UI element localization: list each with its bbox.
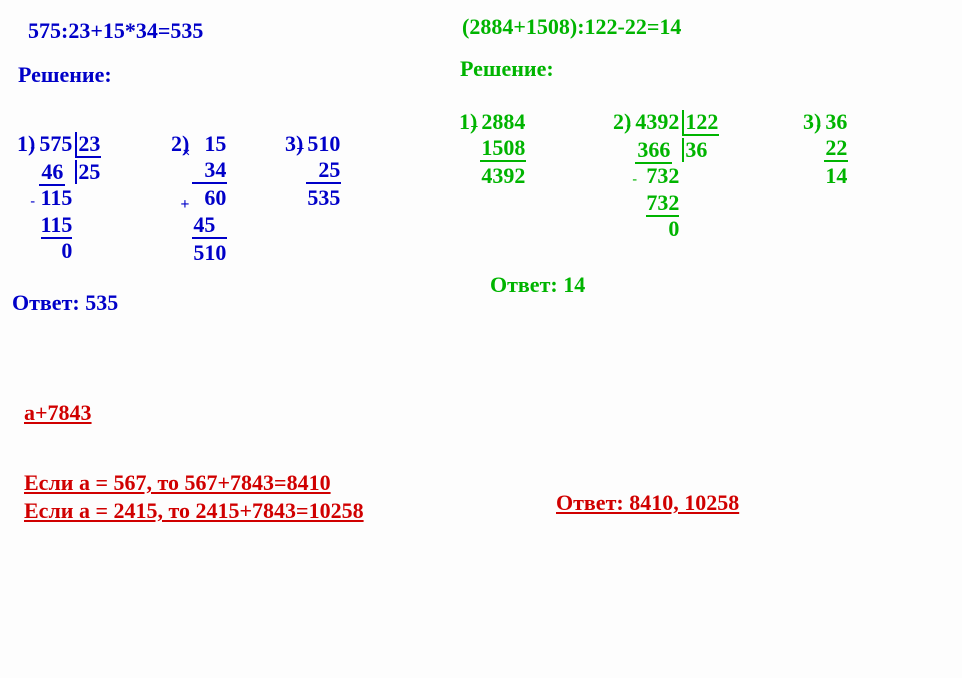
p3-line2: Если а = 2415, то 2415+7843=10258 — [24, 498, 364, 524]
div-line2: 732 — [646, 190, 679, 217]
divisor: 122 — [682, 110, 719, 136]
p2-answer: Ответ: 14 — [490, 272, 585, 298]
mult-b: 34 — [192, 158, 227, 184]
add-b: 1508 — [480, 136, 526, 162]
mult-a: 15 — [204, 131, 226, 156]
mult-p1: 60 — [204, 185, 226, 210]
minus-sign: - — [626, 118, 631, 133]
add-b: 25 — [306, 158, 341, 184]
div-rem2: 0 — [38, 239, 73, 263]
divisor: 23 — [75, 132, 101, 158]
mult-result: 510 — [192, 241, 227, 265]
div-rem1: 732 — [646, 163, 679, 188]
div-rem2: 0 — [634, 217, 680, 241]
add-result: 4392 — [480, 164, 526, 188]
div-line1: 366 — [635, 137, 672, 164]
add-a: 2884 — [481, 109, 525, 134]
p2-equation: (2884+1508):122-22=14 — [462, 14, 681, 40]
plus-sign: + — [180, 196, 189, 214]
div-line2: 115 — [41, 212, 73, 239]
p1-answer: Ответ: 535 — [12, 290, 118, 316]
minus-sign: - — [30, 140, 35, 155]
sub-a: 36 — [825, 109, 847, 134]
quotient: 36 — [682, 138, 719, 162]
p3-line1: Если а = 567, то 567+7843=8410 — [24, 470, 331, 496]
p2-step2: 2) - 4392 122 366 36 - 732 732 0 — [610, 108, 721, 243]
dividend: 4392 — [635, 109, 679, 134]
div-line1: 46 — [39, 159, 65, 186]
add-a: 510 — [307, 131, 340, 156]
sub-result: 14 — [824, 164, 848, 188]
p1-step3: 3) + 510 25 535 — [282, 130, 343, 213]
mult-p2: 45 — [193, 212, 215, 237]
p3-expression: а+7843 — [24, 400, 92, 426]
p3-answer: Ответ: 8410, 10258 — [556, 490, 739, 516]
p1-equation: 575:23+15*34=535 — [28, 18, 203, 44]
plus-sign: + — [470, 120, 478, 135]
p1-step1: 1) - 575 23 46 25 - 115 115 — [14, 130, 103, 265]
plus-sign: + — [296, 142, 304, 157]
quotient: 25 — [75, 160, 101, 184]
p1-step2: 2) × 15 34 + 60 45 510 — [168, 130, 229, 267]
minus-sign: - — [632, 172, 637, 187]
p1-solution-label: Решение: — [18, 62, 112, 88]
p2-solution-label: Решение: — [460, 56, 554, 82]
div-rem1: 115 — [41, 185, 73, 210]
times-sign: × — [182, 146, 190, 161]
sub-b: 22 — [824, 136, 848, 162]
minus-sign: - — [30, 194, 35, 209]
minus-sign: - — [816, 118, 821, 133]
add-result: 535 — [306, 186, 341, 210]
p2-step1: 1) + 2884 1508 4392 — [456, 108, 528, 191]
dividend: 575 — [39, 131, 72, 156]
p2-step3: 3) - 36 22 14 — [800, 108, 850, 191]
